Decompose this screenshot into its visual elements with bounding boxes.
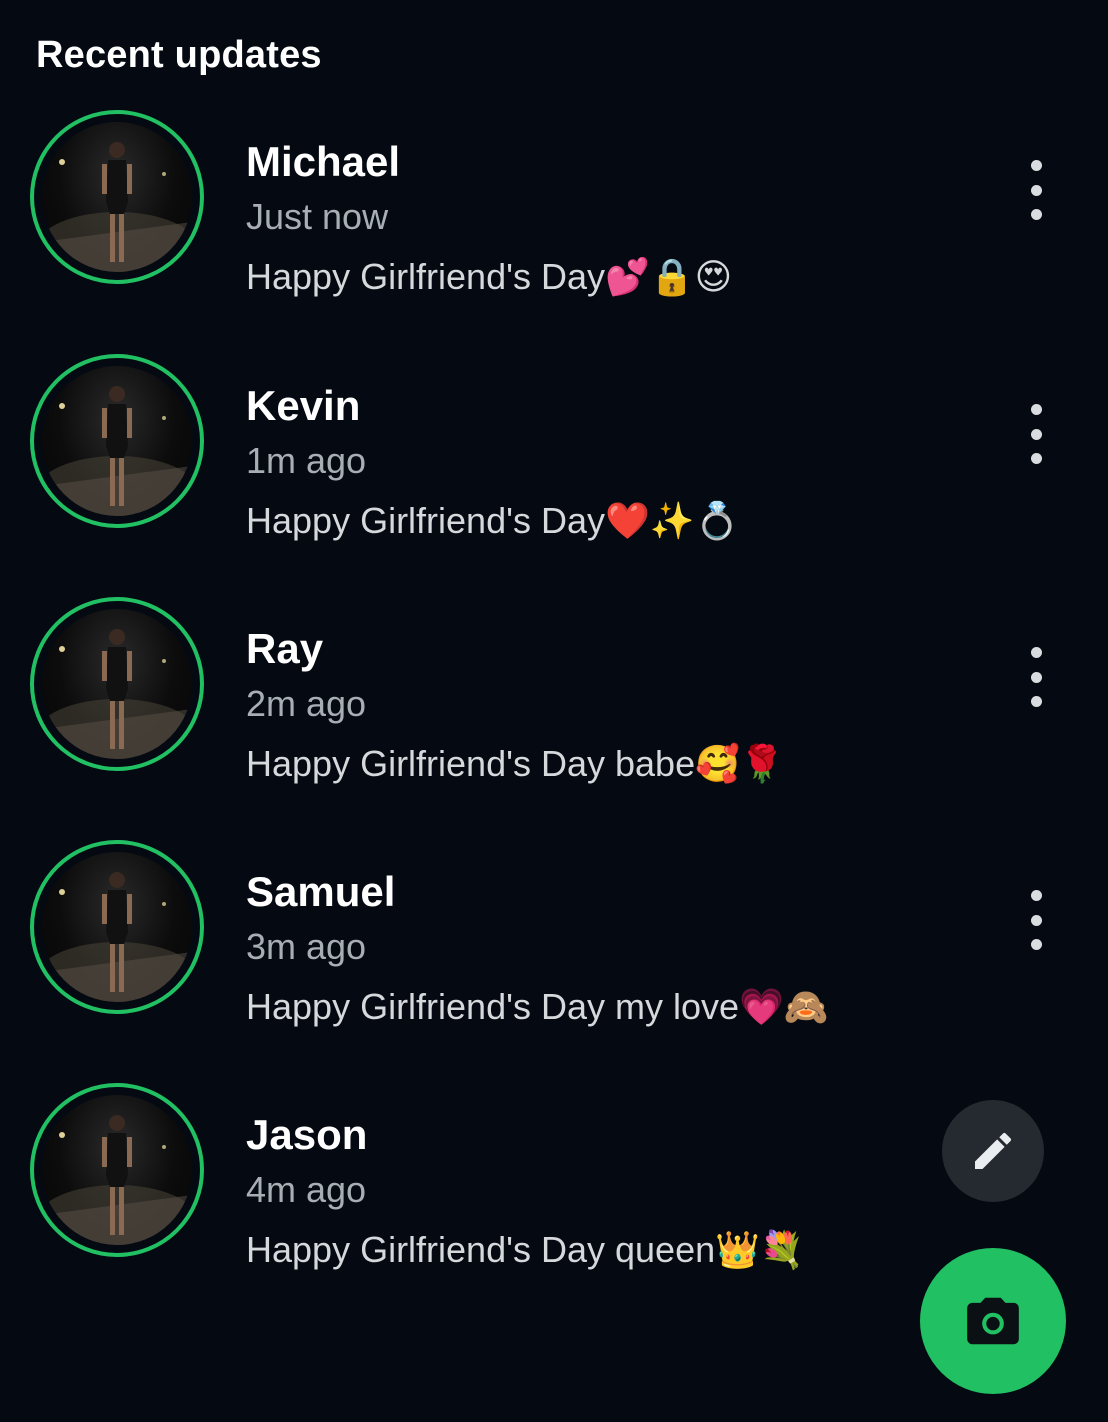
contact-name: Kevin — [246, 382, 361, 429]
status-ring[interactable] — [30, 354, 204, 528]
status-row-kevin[interactable]: Kevin 1m ago Happy Girlfriend's Day❤️✨💍 — [0, 354, 1108, 554]
status-time: 2m ago — [246, 683, 367, 724]
status-row-samuel[interactable]: Samuel 3m ago Happy Girlfriend's Day my … — [0, 840, 1108, 1040]
more-vertical-icon[interactable] — [1016, 404, 1056, 464]
status-time: 4m ago — [246, 1169, 367, 1210]
avatar-photo — [42, 629, 192, 759]
status-caption: Happy Girlfriend's Day babe🥰🌹 — [246, 743, 785, 784]
avatar — [42, 1095, 192, 1245]
status-time: 1m ago — [246, 440, 367, 481]
status-caption: Happy Girlfriend's Day💕🔒😍 — [246, 256, 733, 297]
more-vertical-icon[interactable] — [1016, 647, 1056, 707]
status-caption: Happy Girlfriend's Day❤️✨💍 — [246, 500, 740, 541]
status-ring[interactable] — [30, 110, 204, 284]
contact-name: Jason — [246, 1111, 368, 1158]
more-vertical-icon[interactable] — [1016, 160, 1056, 220]
status-row-michael[interactable]: Michael Just now Happy Girlfriend's Day💕… — [0, 110, 1108, 310]
edit-status-button[interactable] — [942, 1100, 1044, 1202]
status-row-ray[interactable]: Ray 2m ago Happy Girlfriend's Day babe🥰🌹 — [0, 597, 1108, 797]
status-caption: Happy Girlfriend's Day queen👑💐 — [246, 1229, 805, 1270]
avatar — [42, 122, 192, 272]
avatar-photo — [42, 872, 192, 1002]
contact-name: Samuel — [246, 868, 396, 915]
status-screen: Recent updates Michael Just now Happy Gi… — [0, 0, 1108, 1422]
status-ring[interactable] — [30, 1083, 204, 1257]
pencil-icon — [975, 1132, 1012, 1169]
status-caption: Happy Girlfriend's Day my love💗🙈 — [246, 986, 829, 1027]
camera-status-button[interactable] — [920, 1248, 1066, 1394]
avatar-photo — [42, 142, 192, 272]
avatar — [42, 852, 192, 1002]
avatar — [42, 366, 192, 516]
contact-name: Ray — [246, 625, 324, 672]
section-title: Recent updates — [36, 34, 322, 76]
avatar-photo — [42, 386, 192, 516]
camera-icon — [967, 1297, 1019, 1345]
status-ring[interactable] — [30, 840, 204, 1014]
avatar — [42, 609, 192, 759]
avatar-photo — [42, 1115, 192, 1245]
status-time: Just now — [246, 196, 389, 237]
status-ring[interactable] — [30, 597, 204, 771]
more-vertical-icon[interactable] — [1016, 890, 1056, 950]
status-time: 3m ago — [246, 926, 367, 967]
contact-name: Michael — [246, 138, 401, 185]
status-row-jason[interactable]: Jason 4m ago Happy Girlfriend's Day quee… — [0, 1083, 1108, 1283]
